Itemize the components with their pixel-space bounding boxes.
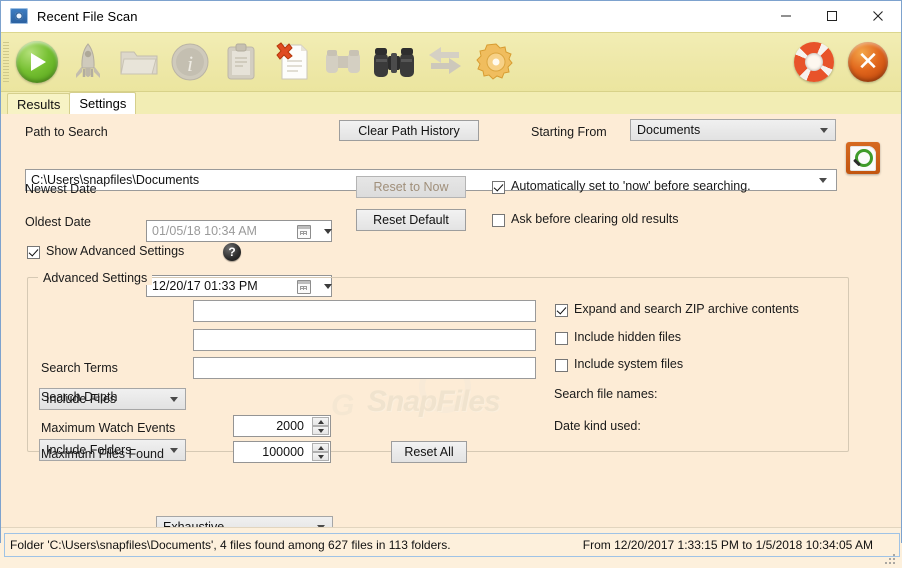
auto-now-label: Automatically set to 'now' before search… (511, 179, 751, 193)
search-terms-input[interactable] (193, 357, 536, 379)
status-left-text: Folder 'C:\Users\snapfiles\Documents', 4… (10, 538, 451, 552)
maximize-button[interactable] (809, 1, 855, 31)
magnifier-page-icon (850, 145, 876, 171)
document-delete-icon (275, 42, 307, 80)
green-play-icon (15, 41, 58, 83)
run-search-button[interactable] (846, 142, 880, 174)
stepper-down-icon[interactable] (312, 426, 329, 435)
window-controls (763, 1, 901, 31)
stepper-buttons[interactable] (312, 443, 329, 461)
find-disabled-button[interactable] (317, 36, 368, 88)
search-button[interactable] (368, 36, 419, 88)
reset-all-button[interactable]: Reset All (391, 441, 467, 463)
svg-text:i: i (186, 51, 192, 76)
include-files-input[interactable] (193, 300, 536, 322)
status-right-text: From 12/20/2017 1:33:15 PM to 1/5/2018 1… (582, 538, 873, 552)
search-file-names-label: Search file names: (554, 387, 658, 401)
max-files-found-stepper[interactable]: 100000 (233, 441, 331, 463)
stepper-down-icon[interactable] (312, 452, 329, 461)
chevron-down-icon (820, 128, 828, 133)
max-files-found-label: Maximum Files Found (41, 447, 164, 461)
stepper-up-icon[interactable] (312, 443, 329, 452)
rocket-icon (75, 43, 100, 78)
status-box: Folder 'C:\Users\snapfiles\Documents', 4… (4, 533, 900, 557)
path-to-search-label: Path to Search (25, 125, 108, 139)
help-button[interactable] (787, 36, 841, 88)
auto-now-checkbox[interactable] (492, 181, 505, 194)
tab-strip: Results Settings (1, 92, 901, 114)
search-depth-select[interactable]: Exhaustive (156, 516, 333, 527)
clear-results-button[interactable] (266, 36, 317, 88)
help-icon[interactable]: ? (223, 243, 241, 261)
expand-zip-label: Expand and search ZIP archive contents (574, 302, 799, 316)
tab-results[interactable]: Results (7, 93, 71, 114)
starting-from-label: Starting From (531, 125, 607, 139)
include-hidden-checkbox[interactable] (555, 332, 568, 345)
toolbar-right-group: ✕ (787, 36, 895, 88)
resize-grip[interactable] (885, 553, 897, 565)
exit-button[interactable]: ✕ (841, 36, 895, 88)
advanced-settings-title: Advanced Settings (38, 271, 153, 285)
search-depth-label: Search Depth (41, 390, 118, 404)
max-watch-events-label: Maximum Watch Events (41, 421, 176, 435)
ask-before-clearing-checkbox[interactable] (492, 214, 505, 227)
toolbar-grip[interactable] (3, 42, 9, 82)
status-bar: Folder 'C:\Users\snapfiles\Documents', 4… (1, 527, 901, 568)
newest-date-label: Newest Date (25, 182, 97, 196)
gear-icon (475, 43, 513, 80)
swap-button[interactable] (419, 36, 470, 88)
search-depth-value: Exhaustive (163, 520, 225, 527)
include-system-label: Include system files (574, 357, 684, 371)
swap-arrows-icon (428, 47, 461, 74)
camera-icon (10, 8, 28, 24)
calendar-icon (297, 225, 311, 239)
starting-from-value: Documents (637, 123, 701, 137)
application-window: Recent File Scan i ✕ Results Settings G … (0, 0, 902, 568)
include-system-checkbox[interactable] (555, 359, 568, 372)
binoculars-grey-icon (325, 50, 360, 73)
chevron-down-icon (819, 178, 827, 183)
ask-before-clearing-label: Ask before clearing old results (511, 212, 679, 226)
binoculars-icon (373, 48, 414, 77)
info-circle-icon: i (171, 43, 208, 81)
run-scan-button[interactable] (11, 36, 62, 88)
quick-launch-button[interactable] (62, 36, 113, 88)
reset-default-button[interactable]: Reset Default (356, 209, 466, 231)
reset-to-now-button[interactable]: Reset to Now (356, 176, 466, 198)
search-terms-label: Search Terms (41, 361, 118, 375)
stepper-buttons[interactable] (312, 417, 329, 435)
show-advanced-label: Show Advanced Settings (46, 244, 185, 258)
newest-date-input[interactable]: 01/05/18 10:34 AM (146, 220, 332, 242)
chevron-down-icon (170, 448, 178, 453)
oldest-date-label: Oldest Date (25, 215, 92, 229)
tab-settings[interactable]: Settings (69, 92, 137, 114)
close-circle-icon: ✕ (848, 42, 888, 82)
settings-button[interactable] (470, 36, 521, 88)
chevron-down-icon (170, 397, 178, 402)
toolbar: i ✕ (1, 32, 901, 92)
close-button[interactable] (855, 1, 901, 31)
window-title: Recent File Scan (37, 8, 138, 24)
expand-zip-checkbox[interactable] (555, 304, 568, 317)
date-kind-label: Date kind used: (554, 419, 641, 433)
settings-panel: G SnapFiles Path to Search Clear Path Hi… (1, 114, 901, 527)
stepper-up-icon[interactable] (312, 417, 329, 426)
clipboard-button[interactable] (215, 36, 266, 88)
open-folder-button[interactable] (113, 36, 164, 88)
include-hidden-label: Include hidden files (574, 330, 682, 344)
minimize-button[interactable] (763, 1, 809, 31)
clipboard-icon (227, 43, 254, 80)
starting-from-select[interactable]: Documents (630, 119, 836, 141)
title-bar: Recent File Scan (1, 1, 901, 32)
include-folders-input[interactable] (193, 329, 536, 351)
show-advanced-checkbox[interactable] (27, 246, 40, 259)
newest-date-value: 01/05/18 10:34 AM (152, 224, 257, 238)
info-button[interactable]: i (164, 36, 215, 88)
max-watch-events-stepper[interactable]: 2000 (233, 415, 331, 437)
clear-path-history-button[interactable]: Clear Path History (339, 120, 479, 141)
lifebuoy-icon (794, 42, 834, 82)
folder-icon (119, 51, 157, 75)
